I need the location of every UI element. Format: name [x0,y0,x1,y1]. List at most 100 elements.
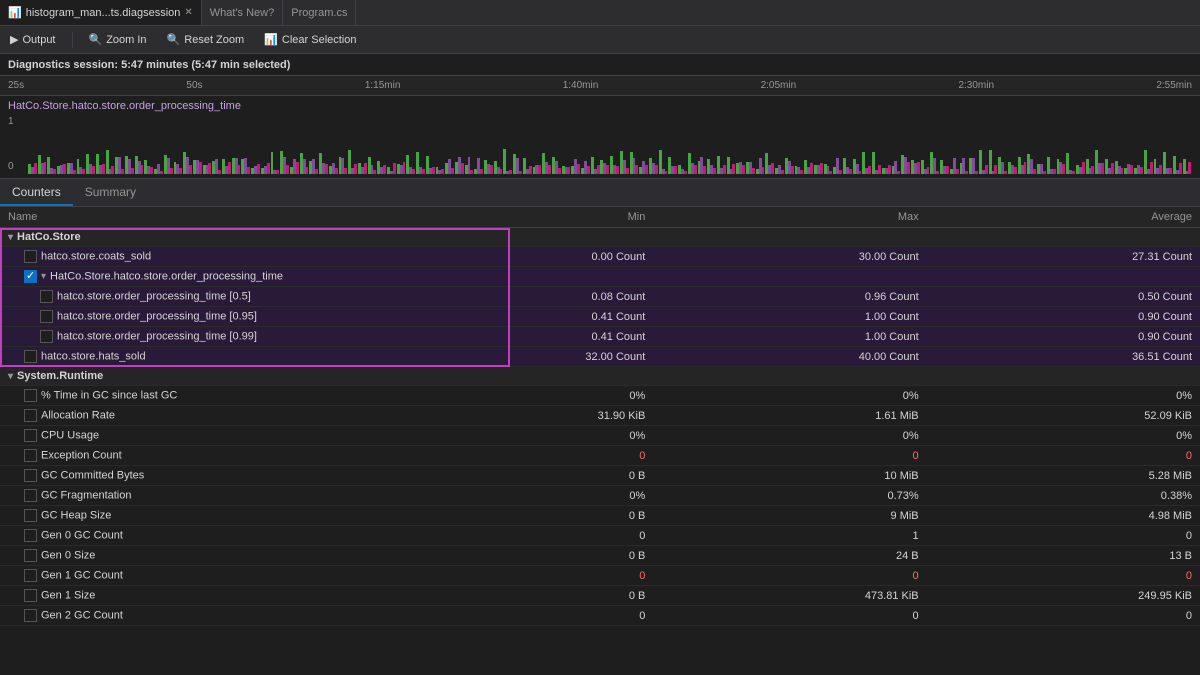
table-row[interactable]: % Time in GC since last GC0%0%0% [0,386,1200,406]
table-row[interactable]: Exception Count000 [0,446,1200,466]
table-row[interactable]: Gen 1 GC Count000 [0,566,1200,586]
row-checkbox[interactable] [24,569,37,582]
chart-bar [422,169,425,174]
row-checkbox[interactable] [24,270,37,283]
row-checkbox[interactable] [24,250,37,263]
chart-bar [655,165,658,174]
chart-bar [461,163,464,174]
chart-bar [1169,168,1172,174]
table-row[interactable]: hatco.store.coats_sold0.00 Count30.00 Co… [0,247,1200,267]
row-checkbox[interactable] [24,509,37,522]
chart-bar [868,166,871,174]
chart-bar [732,164,735,174]
chart-bar [82,169,85,174]
row-checkbox[interactable] [24,489,37,502]
row-checkbox[interactable] [24,549,37,562]
chart-bar [985,165,988,174]
chart-bar [694,165,697,174]
chart-bar [451,168,454,174]
reset-zoom-button[interactable]: 🔍 Reset Zoom [163,31,249,48]
row-name-cell: hatco.store.hats_sold [0,347,380,367]
chart-bar [267,163,270,174]
bar-group [785,158,794,174]
row-checkbox[interactable] [24,529,37,542]
row-max: 24 B [653,546,926,566]
chart-bar [44,162,47,174]
chart-bar [907,162,910,174]
row-name-cell: Gen 0 Size [0,546,380,566]
row-avg [927,267,1200,287]
tab-diag-close[interactable]: ✕ [184,7,192,18]
table-scroll[interactable]: Name Min Max Average HatCo.Storehatco.st… [0,207,1200,654]
tab-diag[interactable]: 📊 histogram_man...ts.diagsession ✕ [0,0,202,25]
row-checkbox[interactable] [24,389,37,402]
table-row[interactable]: Allocation Rate31.90 KiB1.61 MiB52.09 Ki… [0,406,1200,426]
table-row[interactable]: CPU Usage0%0%0% [0,426,1200,446]
col-header-name: Name [0,207,380,228]
row-min: 0.00 Count [380,247,653,267]
row-avg: 0.38% [927,486,1200,506]
bar-group [523,158,532,174]
table-row[interactable]: GC Committed Bytes0 B10 MiB5.28 MiB [0,466,1200,486]
row-checkbox[interactable] [24,429,37,442]
row-checkbox[interactable] [24,589,37,602]
bar-group [241,158,250,174]
row-checkbox[interactable] [24,469,37,482]
row-max: 10 MiB [653,466,926,486]
row-checkbox[interactable] [24,409,37,422]
table-row[interactable]: GC Fragmentation0%0.73%0.38% [0,486,1200,506]
chart-bar [393,163,396,174]
row-name: hatco.store.hats_sold [41,350,146,362]
row-min: 0 [380,566,653,586]
row-checkbox[interactable] [40,290,53,303]
table-row[interactable]: GC Heap Size0 B9 MiB4.98 MiB [0,506,1200,526]
bar-group [853,159,862,174]
table-header-row: Name Min Max Average [0,207,1200,228]
bar-group [280,151,289,174]
row-name-cell: Gen 1 Size [0,586,380,606]
bar-group [1047,157,1056,174]
chart-bar [92,166,95,174]
tab-program[interactable]: Program.cs [283,0,356,25]
bar-group [533,165,542,174]
table-row[interactable]: HatCo.Store [0,228,1200,247]
tab-whatsnew[interactable]: What's New? [202,0,283,25]
table-row[interactable]: System.Runtime [0,367,1200,386]
row-name: GC Fragmentation [41,489,131,501]
row-checkbox[interactable] [40,310,53,323]
row-checkbox[interactable] [24,609,37,622]
output-button[interactable]: ▶ Output [6,31,60,48]
chart-bar [674,166,677,174]
table-row[interactable]: hatco.store.order_processing_time [0.5]0… [0,287,1200,307]
chart-bar [762,167,765,174]
bar-group [377,161,386,174]
chart-bar [538,165,541,174]
table-row[interactable]: hatco.store.order_processing_time [0.95]… [0,307,1200,327]
row-checkbox[interactable] [24,449,37,462]
bar-group [892,161,901,174]
table-row[interactable]: Gen 1 Size0 B473.81 KiB249.95 KiB [0,586,1200,606]
row-checkbox[interactable] [24,350,37,363]
bar-group [562,166,571,174]
bar-group [154,164,163,174]
bar-group [678,165,687,174]
tab-counters[interactable]: Counters [0,179,73,206]
row-avg: 27.31 Count [927,247,1200,267]
bar-group [96,154,105,174]
table-row[interactable]: hatco.store.order_processing_time [0.99]… [0,327,1200,347]
bar-group [1037,164,1046,174]
zoom-in-button[interactable]: 🔍 Zoom In [85,31,151,48]
chart-bar [1091,166,1094,174]
chart-bar [238,165,241,174]
tab-summary[interactable]: Summary [73,179,148,206]
table-row[interactable]: HatCo.Store.hatco.store.order_processing… [0,267,1200,287]
row-checkbox[interactable] [40,330,53,343]
clear-selection-button[interactable]: 📊 Clear Selection [260,31,360,48]
table-row[interactable]: Gen 0 GC Count010 [0,526,1200,546]
table-row[interactable]: hatco.store.hats_sold32.00 Count40.00 Co… [0,347,1200,367]
row-name: Exception Count [41,449,122,461]
table-row[interactable]: Gen 2 GC Count000 [0,606,1200,626]
chart-bar [723,165,726,174]
table-row[interactable]: Gen 0 Size0 B24 B13 B [0,546,1200,566]
chart-bar [859,171,862,174]
